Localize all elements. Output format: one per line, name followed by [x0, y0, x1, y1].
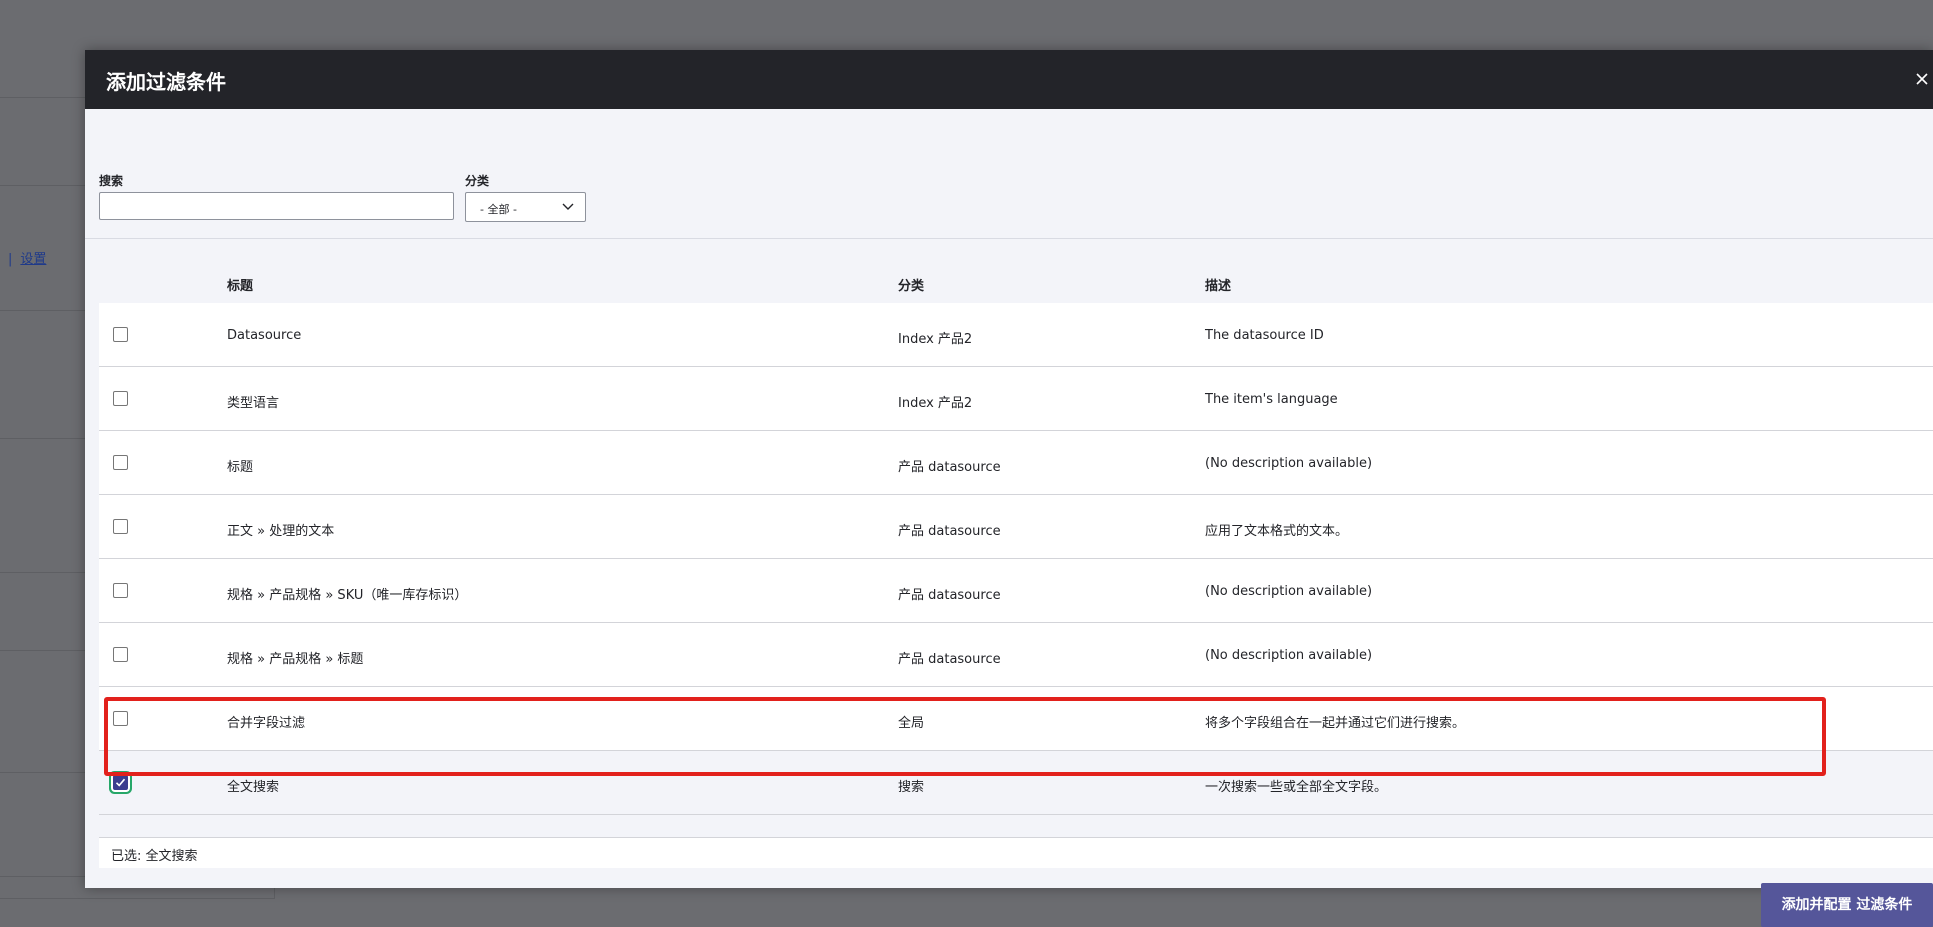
add-filter-dialog: 添加过滤条件 搜索 分类 - 全部 - 标题 分类 描述 Datasource I…	[85, 50, 1933, 927]
column-header-category: 分类	[898, 279, 925, 294]
filter-bar: 搜索 分类 - 全部 -	[85, 109, 1933, 239]
row-description: 一次搜索一些或全部全文字段。	[1205, 780, 1388, 795]
row-title: 合并字段过滤	[227, 716, 306, 731]
dialog-header: 添加过滤条件	[85, 50, 1933, 109]
search-label: 搜索	[99, 174, 124, 188]
background-divider	[0, 97, 85, 98]
close-button[interactable]	[1910, 67, 1933, 91]
row-category: 产品 datasource	[898, 652, 1001, 667]
category-select[interactable]: - 全部 -	[465, 192, 586, 222]
table-row[interactable]: 全文搜索 搜索 一次搜索一些或全部全文字段。	[99, 751, 1933, 815]
selected-summary-text: 已选: 全文搜索	[111, 849, 198, 864]
search-input[interactable]	[99, 192, 454, 220]
table-row[interactable]: 合并字段过滤 全局 将多个字段组合在一起并通过它们进行搜索。	[99, 687, 1933, 751]
row-category: Index 产品2	[898, 396, 973, 411]
table-row[interactable]: 正文 » 处理的文本 产品 datasource 应用了文本格式的文本。	[99, 495, 1933, 559]
row-checkbox[interactable]	[113, 519, 128, 534]
row-checkbox[interactable]	[113, 391, 128, 406]
column-header-description: 描述	[1205, 279, 1232, 294]
background-divider	[0, 572, 85, 573]
row-title: 规格 » 产品规格 » SKU（唯一库存标识）	[227, 588, 468, 603]
row-description: The item's language	[1205, 392, 1338, 407]
table-row[interactable]: 规格 » 产品规格 » SKU（唯一库存标识） 产品 datasource (No …	[99, 559, 1933, 623]
row-title: 规格 » 产品规格 » 标题	[227, 652, 364, 667]
row-category: 产品 datasource	[898, 524, 1001, 539]
row-category: 全局	[898, 716, 925, 731]
category-label: 分类	[465, 174, 490, 188]
row-checkbox[interactable]	[113, 583, 128, 598]
filter-table: 标题 分类 描述 Datasource Index 产品2 The datasour…	[99, 261, 1933, 815]
row-checkbox[interactable]	[113, 647, 128, 662]
row-title: 标题	[227, 460, 254, 475]
row-title: 类型语言	[227, 396, 280, 411]
row-description: The datasource ID	[1205, 328, 1324, 343]
background-divider	[0, 185, 85, 186]
row-description: (No description available)	[1205, 648, 1373, 663]
table-row[interactable]: 标题 产品 datasource (No description available…	[99, 431, 1933, 495]
row-checkbox[interactable]	[113, 711, 128, 726]
row-category: 产品 datasource	[898, 588, 1001, 603]
row-title: 全文搜索	[227, 780, 280, 795]
row-description: 应用了文本格式的文本。	[1205, 524, 1349, 539]
background-settings: | 设置	[8, 248, 46, 267]
background-divider	[0, 650, 85, 651]
background-divider	[0, 772, 85, 773]
table-row[interactable]: Datasource Index 产品2 The datasource ID	[99, 303, 1933, 367]
selected-summary: 已选: 全文搜索	[99, 837, 1933, 868]
chevron-down-icon	[562, 203, 574, 210]
row-category: 搜索	[898, 780, 925, 795]
background-divider	[0, 438, 85, 439]
row-checkbox[interactable]	[113, 455, 128, 470]
table-row[interactable]: 类型语言 Index 产品2 The item's language	[99, 367, 1933, 431]
row-description: (No description available)	[1205, 456, 1373, 471]
table-header: 标题 分类 描述	[99, 261, 1933, 303]
settings-link[interactable]: 设置	[20, 252, 46, 267]
row-title: 正文 » 处理的文本	[227, 524, 335, 539]
row-category: Index 产品2	[898, 332, 973, 347]
close-icon	[1916, 73, 1928, 85]
row-title: Datasource	[227, 328, 302, 343]
table-row[interactable]: 规格 » 产品规格 » 标题 产品 datasource (No descripti…	[99, 623, 1933, 687]
checkmark-icon	[115, 778, 126, 787]
category-selected-value: - 全部 -	[480, 203, 517, 216]
dialog-title: 添加过滤条件	[106, 70, 226, 94]
row-category: 产品 datasource	[898, 460, 1001, 475]
settings-separator: |	[8, 252, 13, 267]
row-description: (No description available)	[1205, 584, 1373, 599]
add-and-configure-button[interactable]: 添加并配置 过滤条件	[1761, 883, 1933, 927]
background-divider	[0, 310, 85, 311]
row-checkbox[interactable]	[113, 327, 128, 342]
column-header-title: 标题	[227, 279, 254, 294]
row-checkbox[interactable]	[113, 775, 128, 790]
row-description: 将多个字段组合在一起并通过它们进行搜索。	[1205, 716, 1466, 731]
